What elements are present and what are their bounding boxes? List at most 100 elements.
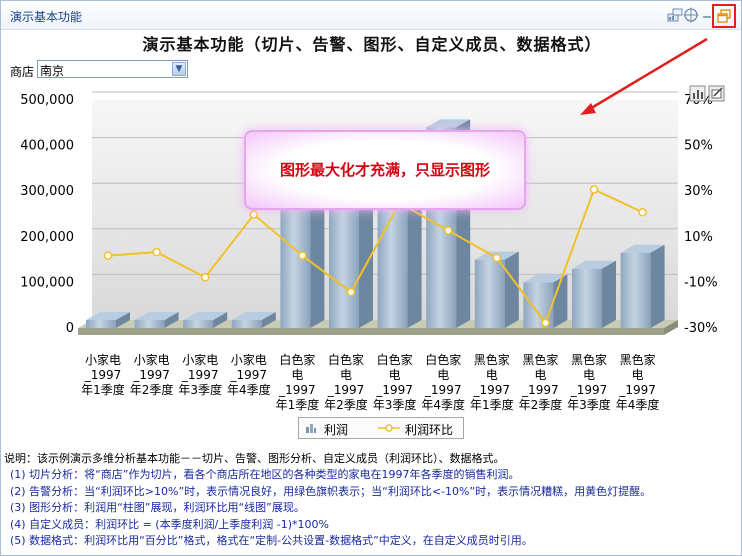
legend-bar-label: 利润 (324, 423, 349, 437)
y2-tick-label: -10% (684, 275, 718, 290)
x-category-label: 小家电 (85, 352, 121, 367)
x-category-label: 电 (486, 368, 498, 382)
x-category-label: 年2季度 (324, 397, 368, 412)
line-point[interactable] (103, 251, 113, 260)
window-titlebar: 演示基本功能 (1, 1, 741, 30)
bar-front (86, 320, 116, 328)
x-category-label: 黑色家 (571, 352, 607, 367)
bar-front (329, 195, 359, 328)
x-category-label: 年3季度 (567, 397, 611, 412)
x-category-label: 年4季度 (421, 397, 465, 412)
x-category-label: _1997 (473, 383, 511, 397)
window-title: 演示基本功能 (10, 10, 83, 24)
chart-switch-icon[interactable] (667, 7, 683, 23)
description-line: (1) 切片分析：将“商店”作为切片，看各个商店所在地区的各种类型的家电在199… (10, 468, 520, 482)
line-point[interactable] (443, 226, 453, 235)
x-category-label: _1997 (84, 368, 122, 382)
line-point[interactable] (200, 273, 210, 282)
line-point[interactable] (492, 253, 502, 263)
description-line: 说明：该示例演示多维分析基本功能－－切片、告警、图形分析、自定义成员（利润环比）… (4, 452, 505, 465)
x-category-label: 电 (583, 368, 595, 382)
y2-tick-label: 30% (684, 184, 713, 199)
target-icon[interactable] (683, 7, 699, 23)
x-category-label: 年2季度 (130, 382, 174, 397)
description-block: 说明：该示例演示多维分析基本功能－－切片、告警、图形分析、自定义成员（利润环比）… (4, 451, 651, 549)
x-category-label: _1997 (618, 383, 656, 397)
legend-bar-icon (306, 424, 316, 433)
x-category-label: 小家电 (231, 352, 267, 367)
x-category-label: 黑色家 (474, 352, 510, 367)
x-category-label: _1997 (278, 383, 316, 397)
x-category-label: 电 (437, 368, 449, 382)
x-category-label: 电 (291, 368, 303, 382)
chart-legend: 利润 利润环比 (298, 417, 464, 439)
bar-front (231, 320, 262, 328)
line-point[interactable] (541, 318, 550, 328)
x-category-label: 年3季度 (178, 382, 222, 397)
x-category-label: 年2季度 (519, 397, 563, 412)
y-tick-label: 500,000 (20, 93, 74, 108)
restore-window-icon[interactable] (716, 8, 732, 24)
x-category-label: _1997 (521, 383, 559, 397)
bar-front (474, 259, 505, 328)
x-category-label: 电 (632, 368, 644, 382)
x-category-label: 白色家 (425, 352, 461, 367)
line-point[interactable] (346, 287, 356, 297)
bar-side (504, 251, 519, 328)
store-select[interactable]: 南京 ▼ (37, 60, 188, 78)
x-category-label: 小家电 (134, 352, 170, 367)
bar-side (650, 244, 665, 328)
line-point[interactable] (249, 210, 259, 219)
bar[interactable] (474, 251, 519, 328)
line-point[interactable] (638, 208, 647, 217)
store-selected-value: 南京 (40, 64, 65, 78)
y-tick-label: 400,000 (20, 139, 74, 154)
x-category-label: 电 (389, 368, 401, 382)
x-category-label: _1997 (132, 368, 170, 382)
bar-side (602, 260, 616, 328)
x-category-label: _1997 (181, 368, 219, 382)
bar-front (183, 320, 214, 328)
x-category-label: 年1季度 (470, 397, 514, 412)
bar-front (620, 252, 651, 328)
line-point[interactable] (152, 247, 161, 257)
bar[interactable] (572, 260, 616, 328)
legend-line-icon (378, 424, 400, 432)
description-line: (4) 自定义成员：利润环比 = (本季度利润/上季度利润 -1)*100% (10, 517, 329, 531)
x-category-label: 白色家 (328, 352, 364, 367)
x-category-label: 年1季度 (81, 382, 125, 397)
x-category-label: 电 (340, 368, 352, 382)
bar[interactable] (620, 244, 665, 328)
x-category-label: 白色家 (377, 352, 413, 367)
bar-front (134, 320, 165, 328)
store-label: 商店 (10, 65, 35, 79)
x-category-label: 年4季度 (616, 397, 660, 412)
legend-line-label: 利润环比 (405, 423, 454, 437)
x-category-label: 小家电 (182, 352, 218, 367)
plot-floor-front (78, 328, 664, 335)
y-tick-label: 300,000 (20, 184, 74, 199)
chart-view-icon[interactable] (689, 85, 706, 102)
line-point[interactable] (589, 185, 599, 194)
y-tick-label: 0 (66, 321, 74, 336)
tooltip-callout: 图形最大化才充满，只显示图形 (244, 130, 526, 210)
x-category-label: _1997 (230, 368, 268, 382)
chart-edit-icon[interactable] (708, 85, 725, 102)
y2-tick-label: 10% (684, 230, 713, 245)
y2-tick-label: 50% (684, 139, 713, 154)
category-labels: 小家电_1997年1季度小家电_1997年2季度小家电_1997年3季度小家电_… (81, 352, 659, 412)
restore-button-highlight[interactable] (712, 4, 736, 28)
y2-tick-label: -30% (684, 321, 718, 336)
line-point[interactable] (298, 251, 307, 260)
x-category-label: 电 (534, 368, 546, 382)
y-tick-label: 100,000 (20, 275, 74, 290)
y-tick-label: 200,000 (20, 230, 74, 245)
x-category-label: _1997 (375, 383, 413, 397)
x-category-label: 白色家 (279, 352, 315, 367)
x-category-label: 年3季度 (373, 397, 417, 412)
x-category-label: _1997 (570, 383, 608, 397)
x-category-label: 年1季度 (276, 397, 320, 412)
page-title: 演示基本功能（切片、告警、图形、自定义成员、数据格式） (142, 35, 602, 54)
chevron-down-icon[interactable]: ▼ (172, 62, 186, 76)
description-line: (2) 告警分析：当“利润环比>10%”时，表示情况良好，用绿色旗帜表示；当“利… (10, 484, 652, 498)
